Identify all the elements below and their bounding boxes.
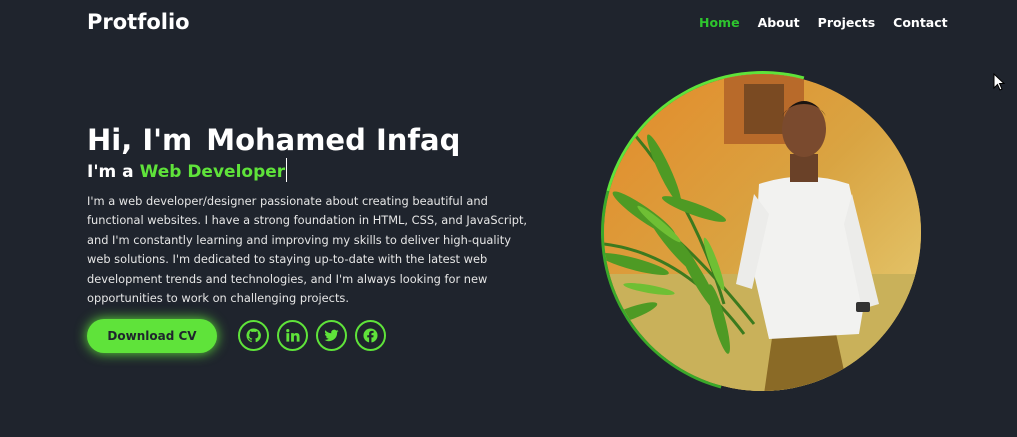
- twitter-link[interactable]: [316, 320, 347, 351]
- nav-about[interactable]: About: [758, 15, 800, 30]
- nav-contact[interactable]: Contact: [893, 15, 947, 30]
- linkedin-icon: [286, 329, 300, 342]
- github-link[interactable]: [238, 320, 269, 351]
- github-icon: [246, 328, 261, 343]
- portfolio-page: Protfolio Home About Projects Contact Hi…: [0, 0, 1017, 437]
- facebook-link[interactable]: [355, 320, 386, 351]
- download-cv-button[interactable]: Download CV: [87, 319, 217, 353]
- facebook-icon: [363, 328, 378, 343]
- role-text: Web Developer: [139, 162, 286, 182]
- hero-name: Mohamed Infaq: [206, 123, 461, 157]
- profile-photo-image: [604, 74, 921, 391]
- main-nav: Home About Projects Contact: [699, 15, 966, 30]
- social-links: [238, 320, 386, 351]
- nav-projects[interactable]: Projects: [818, 15, 876, 30]
- hero-greeting: Hi, I'm: [87, 123, 193, 157]
- typing-caret: [286, 158, 288, 182]
- hero-role: I'm a Web Developer: [87, 158, 288, 182]
- twitter-icon: [324, 329, 339, 342]
- nav-home[interactable]: Home: [699, 15, 740, 30]
- linkedin-link[interactable]: [277, 320, 308, 351]
- site-logo[interactable]: Protfolio: [87, 10, 190, 34]
- role-prefix: I'm a: [87, 162, 134, 182]
- hero-title: Hi, I'm Mohamed Infaq: [87, 123, 460, 157]
- hero-description: I'm a web developer/designer passionate …: [87, 194, 528, 306]
- mouse-cursor-icon: [993, 73, 1005, 91]
- profile-photo-frame: [541, 11, 984, 437]
- profile-photo: [604, 74, 921, 391]
